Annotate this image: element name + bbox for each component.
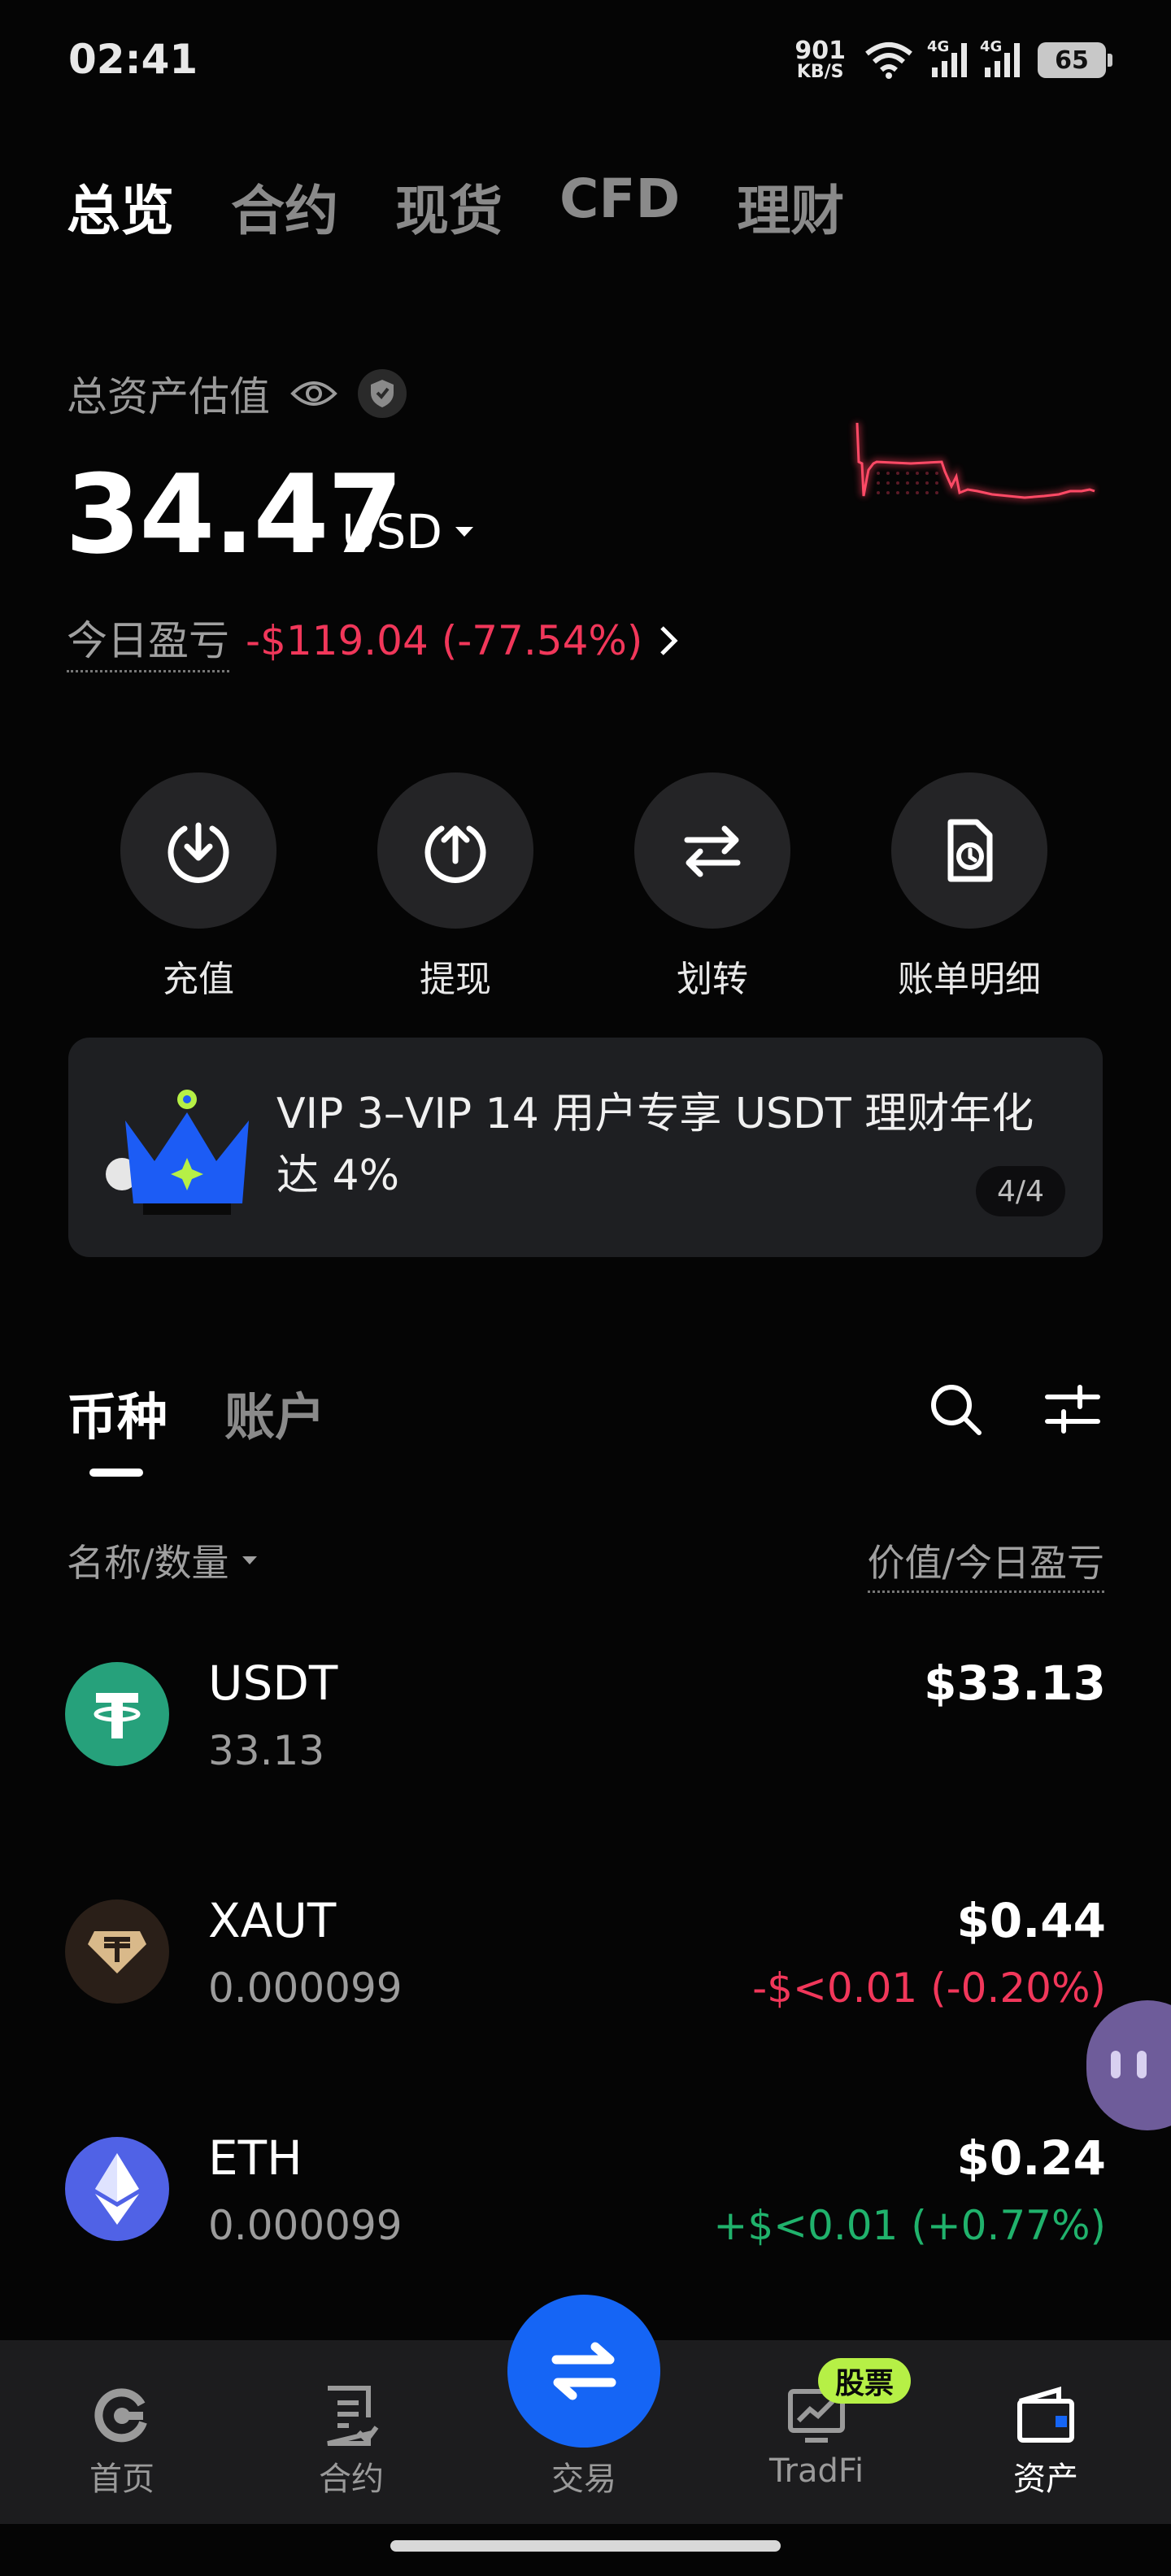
- asset-row-eth[interactable]: [49, 2117, 1122, 2264]
- asset-row-usdt[interactable]: [49, 1643, 1122, 1789]
- home-indicator[interactable]: [390, 2540, 781, 2552]
- sort-by-name[interactable]: 名称/数量: [67, 1534, 259, 1587]
- nav-trade-label[interactable]: 交易: [503, 2452, 665, 2500]
- bill-details-label: 账单明细: [898, 959, 1041, 1000]
- home-icon: [94, 2388, 147, 2443]
- tab-accounts[interactable]: 账户: [224, 1376, 325, 1449]
- bill-details-button[interactable]: 账单明细: [890, 772, 1049, 1002]
- tab-cfd[interactable]: CFD: [559, 168, 680, 246]
- net-speed-unit: KB/S: [796, 62, 844, 82]
- list-header-right[interactable]: 价值/今日盈亏: [867, 1534, 1104, 1593]
- withdraw-icon: [424, 825, 486, 883]
- tab-active-indicator: [89, 1469, 143, 1477]
- signal-icon: 4G: [927, 38, 967, 77]
- deposit-icon: [168, 822, 229, 883]
- shield-icon[interactable]: [358, 369, 407, 418]
- contract-icon: [327, 2386, 379, 2446]
- nav-tradfi-label: TradFi: [768, 2452, 864, 2490]
- status-icons: 901 KB/S 4G 4G 65: [794, 38, 1112, 81]
- caret-down-icon: [242, 1556, 257, 1564]
- transfer-button[interactable]: 划转: [633, 772, 792, 1002]
- filter-icon[interactable]: [1044, 1382, 1101, 1436]
- total-assets-label-row: 总资产估值: [67, 364, 407, 423]
- transfer-label: 划转: [677, 959, 748, 1000]
- today-pnl-value: -$119.04 (-77.54%): [246, 616, 643, 664]
- banner-page-indicator: 4/4: [976, 1166, 1065, 1216]
- nav-contract-label: 合约: [319, 2461, 384, 2498]
- currency-selector[interactable]: USD: [342, 504, 475, 559]
- nav-assets[interactable]: 资产: [964, 2379, 1127, 2500]
- section-tabs: 币种 账户: [67, 1376, 325, 1449]
- battery-icon: 65: [1038, 42, 1112, 78]
- signal-icon: 4G: [980, 38, 1020, 77]
- deposit-button[interactable]: 充值: [119, 772, 278, 1002]
- deposit-label: 充值: [163, 959, 234, 1000]
- asset-row-xaut[interactable]: [49, 1880, 1073, 2026]
- eye-icon[interactable]: [289, 377, 338, 410]
- assets-icon: [1017, 2387, 1074, 2443]
- withdraw-button[interactable]: 提现: [376, 772, 535, 1002]
- currency-label: USD: [342, 504, 442, 559]
- tab-earn[interactable]: 理财: [737, 168, 844, 246]
- today-pnl-label: 今日盈亏: [67, 608, 229, 672]
- top-tabs: 总览 合约 现货 CFD 理财: [67, 168, 844, 246]
- nav-home[interactable]: 首页: [41, 2379, 203, 2500]
- assistant-face-icon: [1111, 2051, 1147, 2078]
- trade-button[interactable]: [507, 2295, 660, 2448]
- tab-contract[interactable]: 合约: [231, 168, 338, 246]
- net-speed-value: 901: [794, 37, 846, 65]
- trade-icon: [551, 2342, 616, 2400]
- transfer-icon: [684, 825, 741, 877]
- signal-tag: 4G: [980, 38, 1003, 55]
- today-pnl-row[interactable]: 今日盈亏 -$119.04 (-77.54%): [67, 608, 678, 672]
- crown-icon: [106, 1090, 249, 1215]
- nav-home-label: 首页: [89, 2461, 155, 2498]
- stock-badge: 股票: [818, 2358, 911, 2404]
- withdraw-label: 提现: [420, 959, 491, 1000]
- chevron-right-icon: [660, 625, 678, 655]
- total-assets-label: 总资产估值: [67, 373, 270, 420]
- battery-level: 65: [1055, 46, 1089, 75]
- wifi-icon: [865, 42, 912, 79]
- status-time: 02:41: [68, 36, 198, 83]
- assistant-bubble[interactable]: [1086, 2000, 1171, 2130]
- promo-banner-text: VIP 3–VIP 14 用户专享 USDT 理财年化达 4%: [276, 1090, 1034, 1200]
- bill-icon: [947, 819, 993, 882]
- search-icon[interactable]: [927, 1381, 984, 1438]
- caret-down-icon: [455, 527, 473, 537]
- nav-assets-label: 资产: [1013, 2461, 1078, 2498]
- tab-coins[interactable]: 币种: [67, 1376, 168, 1449]
- tab-spot[interactable]: 现货: [395, 168, 503, 246]
- signal-tag: 4G: [927, 38, 950, 55]
- tab-overview[interactable]: 总览: [67, 168, 174, 246]
- balance-sparkline: [854, 422, 1096, 502]
- net-speed: 901 KB/S: [794, 39, 846, 81]
- list-header-left: 名称/数量: [67, 1541, 229, 1585]
- nav-contract[interactable]: 合约: [270, 2379, 433, 2500]
